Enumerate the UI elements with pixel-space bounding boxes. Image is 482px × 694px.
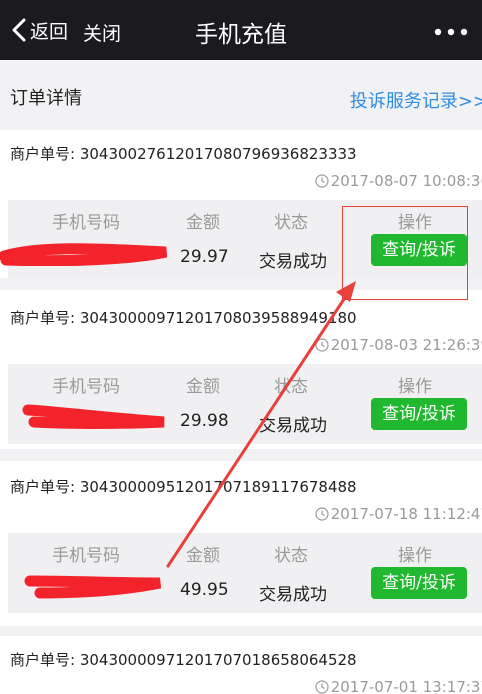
- order-time-text: 2017-08-03 21:26:39: [330, 336, 482, 354]
- order-time-text: 2017-07-01 13:17:37: [330, 678, 482, 694]
- clock-icon: [315, 338, 329, 352]
- order-time: 2017-07-01 13:17:37: [315, 678, 482, 694]
- more-icon[interactable]: [434, 28, 468, 36]
- divider: [0, 626, 482, 636]
- order-time: 2017-08-07 10:08:36: [315, 172, 482, 190]
- header-amount: 金额: [186, 546, 220, 566]
- annotation-highlight-box: [342, 206, 468, 300]
- clock-icon: [315, 507, 329, 521]
- header-status: 状态: [274, 377, 308, 397]
- header-amount: 金额: [186, 377, 220, 397]
- order-status: 交易成功: [259, 585, 327, 605]
- header-amount: 金额: [186, 213, 220, 233]
- order-amount: 29.97: [180, 247, 229, 267]
- header-phone: 手机号码: [52, 377, 120, 397]
- order-table: 手机号码 金额 状态 操作 49.95 交易成功 查询/投诉: [8, 533, 482, 613]
- page-title: 手机充值: [195, 22, 287, 48]
- complaint-records-link[interactable]: 投诉服务记录>>: [350, 87, 482, 113]
- redacted-phone-scribble: [0, 243, 168, 266]
- query-complaint-button[interactable]: 查询/投诉: [371, 567, 467, 599]
- header-status: 状态: [274, 546, 308, 566]
- order-card: 商户单号: 30430000971201707018658064528 2017…: [0, 636, 482, 694]
- order-amount: 29.98: [180, 411, 229, 431]
- redacted-phone-scribble: [22, 404, 165, 429]
- header-phone: 手机号码: [52, 546, 120, 566]
- header-action: 操作: [398, 377, 432, 397]
- order-card: 商户单号: 30430000971201708039588949180 2017…: [0, 294, 482, 449]
- order-time-text: 2017-07-18 11:12:47: [330, 505, 482, 523]
- section-title: 订单详情: [10, 88, 82, 109]
- clock-icon: [315, 680, 329, 694]
- order-number: 商户单号: 30430027612017080796936823333: [10, 145, 357, 163]
- order-card: 商户单号: 3043000095120170718911767848​8 201…: [0, 463, 482, 626]
- redacted-phone-scribble: [24, 575, 162, 599]
- clock-icon: [315, 174, 329, 188]
- section-header: 订单详情 投诉服务记录>>: [0, 60, 482, 130]
- order-time-text: 2017-08-07 10:08:36: [330, 172, 482, 190]
- order-number: 商户单号: 30430000971201708039588949180: [10, 309, 357, 327]
- order-number: 商户单号: 30430000971201707018658064528: [10, 651, 357, 669]
- order-status: 交易成功: [259, 252, 327, 272]
- divider: [0, 449, 482, 461]
- order-time: 2017-08-03 21:26:39: [315, 336, 482, 354]
- order-time: 2017-07-18 11:12:47: [315, 505, 482, 523]
- header-status: 状态: [274, 213, 308, 233]
- header-phone: 手机号码: [52, 213, 120, 233]
- query-complaint-button[interactable]: 查询/投诉: [371, 398, 467, 430]
- order-table: 手机号码 金额 状态 操作 29.98 交易成功 查询/投诉: [8, 364, 482, 444]
- top-nav-bar: 返回 关闭 手机充值: [0, 0, 482, 60]
- order-number: 商户单号: 3043000095120170718911767848​8: [10, 478, 357, 496]
- header-action: 操作: [398, 546, 432, 566]
- order-status: 交易成功: [259, 416, 327, 436]
- order-amount: 49.95: [180, 580, 229, 600]
